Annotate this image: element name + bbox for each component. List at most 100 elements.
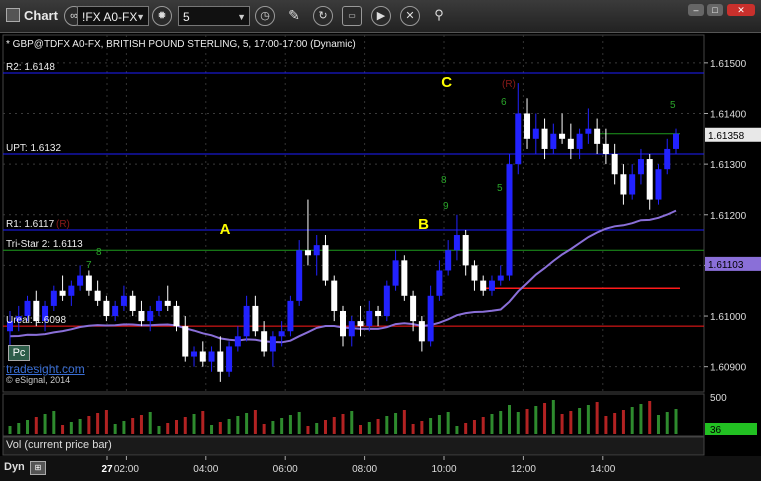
- annotation-label-b: B: [418, 216, 429, 233]
- level-label: R1: 1.6117: [6, 219, 55, 230]
- candle-body: [453, 235, 460, 251]
- candle-body: [24, 300, 31, 317]
- copyright-text: © eSignal, 2014: [6, 375, 71, 385]
- price-tick-label: 1.61200: [710, 211, 747, 222]
- candle-body: [217, 351, 224, 372]
- volume-bar: [262, 424, 266, 434]
- candle-body: [471, 265, 478, 281]
- candle-body: [129, 295, 136, 311]
- volume-bar: [323, 420, 327, 434]
- volume-bar: [376, 419, 380, 434]
- dyn-label[interactable]: Dyn: [4, 461, 25, 473]
- volume-panel-frame: [2, 393, 705, 437]
- level-lines: [3, 72, 704, 327]
- time-tick-label: 08:00: [352, 464, 377, 475]
- volume-bar: [516, 412, 520, 434]
- candle-body: [646, 159, 653, 200]
- candle-body: [567, 138, 574, 149]
- volume-bar: [34, 417, 38, 434]
- volume-bar: [385, 416, 389, 434]
- volume-bar: [411, 424, 415, 434]
- candle-body: [348, 321, 355, 337]
- volume-bar: [586, 405, 590, 434]
- volume-bar: [183, 417, 187, 434]
- volume-bar: [402, 410, 406, 434]
- candle-body: [445, 250, 452, 271]
- sequence-label: 9: [443, 201, 449, 212]
- volume-bar: [560, 414, 564, 434]
- pc-label: Pc: [12, 347, 26, 359]
- candle-body: [296, 250, 303, 301]
- candle-body: [85, 275, 92, 291]
- volume-bar: [446, 412, 450, 434]
- volume-bar: [306, 426, 310, 434]
- pc-button[interactable]: Pc: [8, 345, 30, 361]
- volume-bar: [236, 416, 240, 434]
- candle-body: [366, 310, 373, 327]
- candle-body: [602, 143, 609, 154]
- candle-body: [673, 133, 679, 149]
- candle-body: [173, 305, 180, 327]
- sequence-label: 5: [497, 183, 503, 194]
- volume-tick-label: 500: [710, 393, 727, 404]
- candle-body: [418, 321, 425, 342]
- candle-body: [120, 295, 127, 306]
- volume-bar: [253, 410, 257, 434]
- volume-bar: [621, 410, 625, 434]
- candle-body: [340, 310, 346, 337]
- candle-body: [261, 331, 268, 352]
- sequence-label: 7: [86, 260, 92, 271]
- candle-body: [138, 310, 145, 322]
- volume-bar: [271, 421, 275, 434]
- candle-body: [401, 260, 408, 296]
- volume-bar: [96, 413, 100, 434]
- volume-bar: [227, 419, 231, 434]
- grid: [0, 34, 761, 481]
- price-tick-label: 1.61300: [710, 160, 747, 171]
- candle-body: [488, 280, 495, 291]
- volume-bar: [8, 426, 12, 434]
- volume-bar: [288, 415, 292, 434]
- candle-body: [497, 275, 504, 281]
- price-panel-frame: [2, 34, 705, 393]
- candle-body: [427, 295, 434, 342]
- volume-bar: [665, 412, 669, 434]
- candle-body: [59, 290, 66, 296]
- volume-bar: [280, 418, 284, 434]
- volume-bar: [122, 421, 126, 434]
- volume-bar: [578, 408, 582, 434]
- candle-body: [506, 164, 513, 276]
- volume-bar: [420, 421, 424, 434]
- volume-bar: [472, 420, 476, 434]
- volume-bar: [350, 411, 354, 434]
- volume-bar: [17, 423, 21, 434]
- volume-bar: [210, 425, 214, 434]
- volume-bar: [166, 423, 170, 434]
- lock-icon[interactable]: ⊞: [30, 461, 46, 475]
- volume-bar: [359, 425, 363, 434]
- time-tick-label: 04:00: [193, 464, 218, 475]
- watermark-link[interactable]: tradesight.com: [6, 362, 85, 376]
- chart-canvas[interactable]: 1.615001.614001.613001.612001.611001.610…: [0, 0, 761, 481]
- candle-body: [50, 290, 57, 306]
- time-tick-label: 02:00: [114, 464, 139, 475]
- volume-bar: [87, 416, 91, 434]
- candle-body: [208, 351, 215, 362]
- volume-bar: [43, 414, 47, 434]
- candle-body: [77, 275, 84, 286]
- candle-body: [664, 148, 671, 170]
- candle-body: [462, 235, 469, 266]
- volume-bar: [437, 415, 441, 434]
- candle-body: [375, 310, 382, 317]
- volume-bar: [61, 425, 65, 434]
- candle-body: [94, 290, 101, 301]
- candle-body: [155, 300, 162, 311]
- sequence-label: 6: [501, 97, 507, 108]
- ma-price-text: 1.61103: [708, 260, 744, 271]
- volume-bar: [69, 422, 73, 434]
- volume-bars: [8, 400, 678, 434]
- volume-bar: [481, 417, 485, 434]
- volume-bar: [630, 407, 634, 434]
- candle-body: [629, 174, 636, 195]
- volume-bar: [52, 411, 56, 434]
